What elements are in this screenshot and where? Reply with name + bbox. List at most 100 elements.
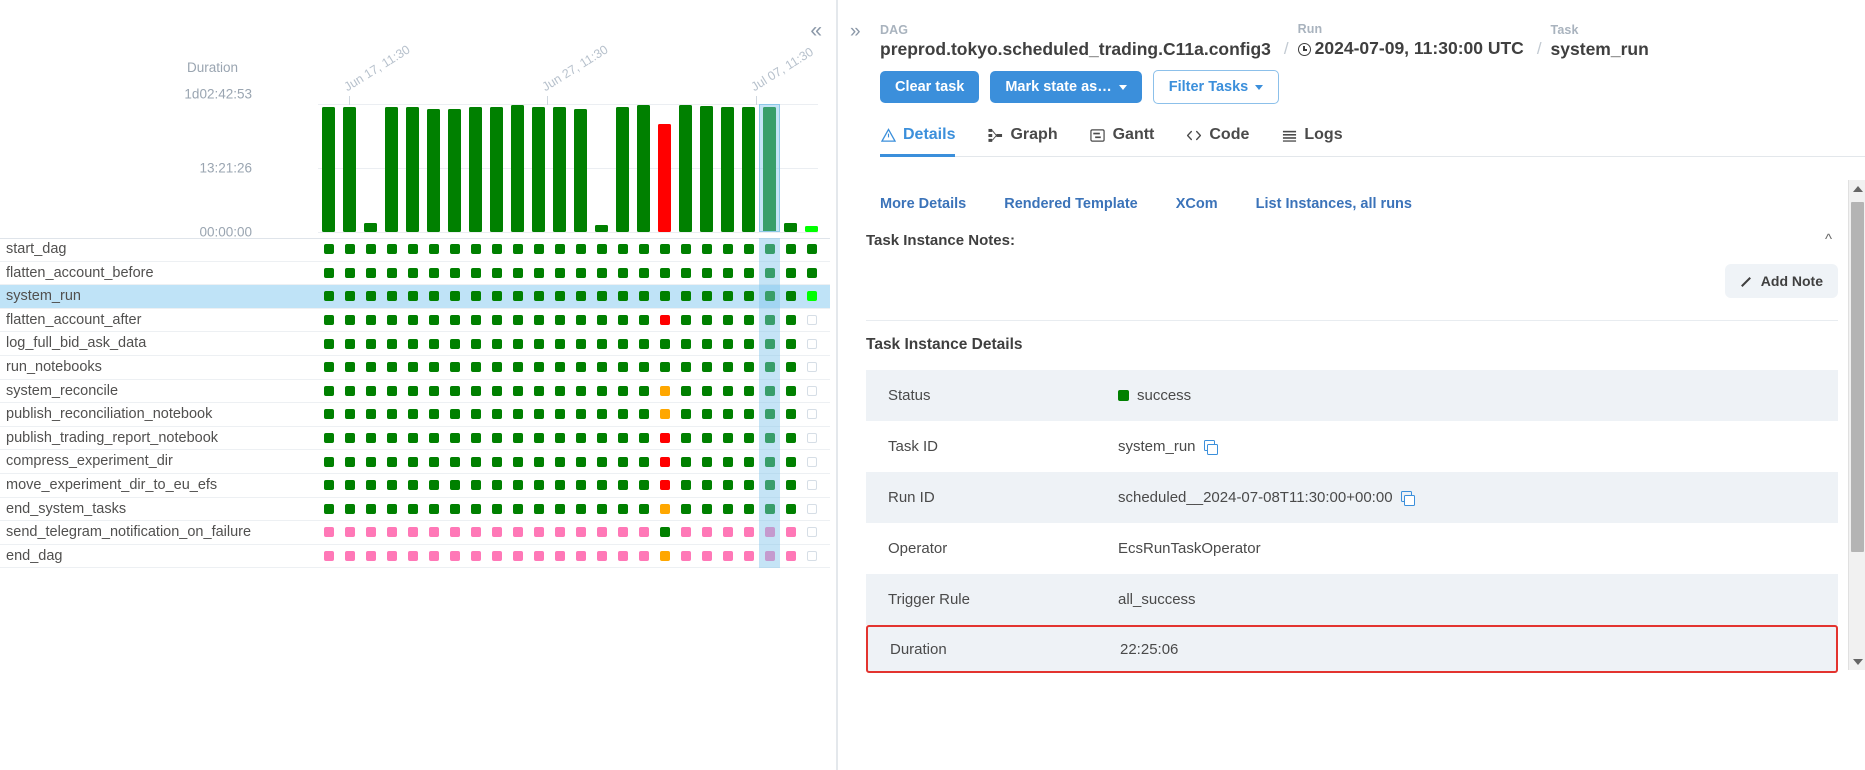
task-instance-cell[interactable] [680, 527, 691, 538]
task-instance-cell[interactable] [680, 456, 691, 467]
task-instance-cell[interactable] [365, 409, 376, 420]
duration-bar[interactable] [805, 225, 818, 232]
task-instance-cell[interactable] [638, 385, 649, 396]
task-instance-cell[interactable] [428, 480, 439, 491]
task-instance-cell[interactable] [386, 244, 397, 255]
task-instance-cell[interactable] [428, 385, 439, 396]
task-instance-cell[interactable] [365, 315, 376, 326]
task-instance-cell[interactable] [386, 527, 397, 538]
task-instance-cell[interactable] [344, 433, 355, 444]
task-instance-cell[interactable] [617, 527, 628, 538]
task-instance-cell[interactable] [617, 385, 628, 396]
task-instance-cell[interactable] [344, 244, 355, 255]
task-instance-cell[interactable] [365, 267, 376, 278]
task-instance-cell[interactable] [533, 456, 544, 467]
task-instance-cell[interactable] [680, 267, 691, 278]
task-instance-cell[interactable] [806, 551, 817, 562]
task-instance-cell[interactable] [659, 291, 670, 302]
duration-bar[interactable] [532, 107, 545, 232]
task-instance-cell[interactable] [323, 409, 334, 420]
tab-details[interactable]: Details [880, 126, 956, 157]
task-instance-cell[interactable] [344, 362, 355, 373]
task-instance-cell[interactable] [638, 338, 649, 349]
scrollbar-down-arrow[interactable] [1849, 653, 1865, 670]
task-instance-cell[interactable] [659, 315, 670, 326]
task-instance-cell[interactable] [764, 480, 775, 491]
duration-bar[interactable] [385, 106, 398, 232]
task-instance-cell[interactable] [638, 291, 649, 302]
task-instance-cell[interactable] [407, 315, 418, 326]
task-instance-cell[interactable] [554, 338, 565, 349]
task-instance-cell[interactable] [533, 551, 544, 562]
task-instance-cell[interactable] [554, 409, 565, 420]
task-instance-cell[interactable] [701, 362, 712, 373]
duration-bar[interactable] [322, 106, 335, 232]
task-instance-cell[interactable] [659, 362, 670, 373]
task-instance-cell[interactable] [785, 338, 796, 349]
task-instance-cell[interactable] [806, 503, 817, 514]
task-instance-cell[interactable] [407, 291, 418, 302]
task-instance-cell[interactable] [533, 503, 544, 514]
subnav-list-instances-all-runs[interactable]: List Instances, all runs [1256, 196, 1412, 212]
task-instance-cell[interactable] [512, 480, 523, 491]
task-instance-cell[interactable] [554, 503, 565, 514]
task-instance-cell[interactable] [806, 244, 817, 255]
task-instance-cell[interactable] [617, 409, 628, 420]
task-instance-cell[interactable] [743, 362, 754, 373]
task-instance-cell[interactable] [428, 456, 439, 467]
task-instance-cell[interactable] [449, 503, 460, 514]
task-instance-cell[interactable] [512, 409, 523, 420]
task-instance-cell[interactable] [344, 503, 355, 514]
task-instance-cell[interactable] [638, 267, 649, 278]
task-instance-cell[interactable] [638, 244, 649, 255]
task-instance-cell[interactable] [323, 267, 334, 278]
mark-state-as-button[interactable]: Mark state as… [990, 71, 1142, 103]
task-row[interactable]: run_notebooks [0, 356, 830, 380]
task-instance-cell[interactable] [512, 338, 523, 349]
task-instance-cell[interactable] [638, 480, 649, 491]
task-instance-cell[interactable] [554, 315, 565, 326]
duration-bar[interactable] [679, 104, 692, 232]
task-row[interactable]: publish_reconciliation_notebook [0, 403, 830, 427]
task-instance-cell[interactable] [596, 315, 607, 326]
task-instance-cell[interactable] [701, 503, 712, 514]
task-instance-cell[interactable] [365, 244, 376, 255]
task-instance-cell[interactable] [470, 409, 481, 420]
task-instance-cell[interactable] [533, 267, 544, 278]
task-instance-cell[interactable] [680, 480, 691, 491]
task-instance-cell[interactable] [617, 433, 628, 444]
task-instance-cell[interactable] [491, 480, 502, 491]
task-instance-cell[interactable] [701, 315, 712, 326]
task-instance-cell[interactable] [365, 456, 376, 467]
task-instance-cell[interactable] [617, 291, 628, 302]
task-instance-cell[interactable] [470, 244, 481, 255]
copy-icon[interactable] [1400, 491, 1416, 506]
copy-icon[interactable] [1203, 440, 1219, 455]
tab-gantt[interactable]: Gantt [1090, 126, 1154, 157]
task-instance-cell[interactable] [575, 456, 586, 467]
task-instance-cell[interactable] [323, 433, 334, 444]
task-instance-cell[interactable] [743, 385, 754, 396]
task-instance-cell[interactable] [638, 433, 649, 444]
task-instance-cell[interactable] [491, 433, 502, 444]
task-instance-cell[interactable] [785, 551, 796, 562]
task-instance-cell[interactable] [407, 362, 418, 373]
task-instance-cell[interactable] [407, 480, 418, 491]
task-instance-cell[interactable] [575, 409, 586, 420]
task-instance-cell[interactable] [785, 503, 796, 514]
task-instance-cell[interactable] [722, 480, 733, 491]
task-instance-cell[interactable] [512, 267, 523, 278]
task-instance-cell[interactable] [323, 456, 334, 467]
task-instance-cell[interactable] [701, 551, 712, 562]
task-instance-cell[interactable] [407, 456, 418, 467]
task-instance-cell[interactable] [512, 456, 523, 467]
task-instance-cell[interactable] [575, 291, 586, 302]
task-instance-cell[interactable] [680, 362, 691, 373]
task-instance-cell[interactable] [638, 527, 649, 538]
task-instance-cell[interactable] [470, 362, 481, 373]
task-instance-cell[interactable] [554, 362, 565, 373]
task-instance-cell[interactable] [638, 456, 649, 467]
task-instance-cell[interactable] [617, 456, 628, 467]
task-instance-cell[interactable] [470, 433, 481, 444]
task-instance-cell[interactable] [596, 551, 607, 562]
